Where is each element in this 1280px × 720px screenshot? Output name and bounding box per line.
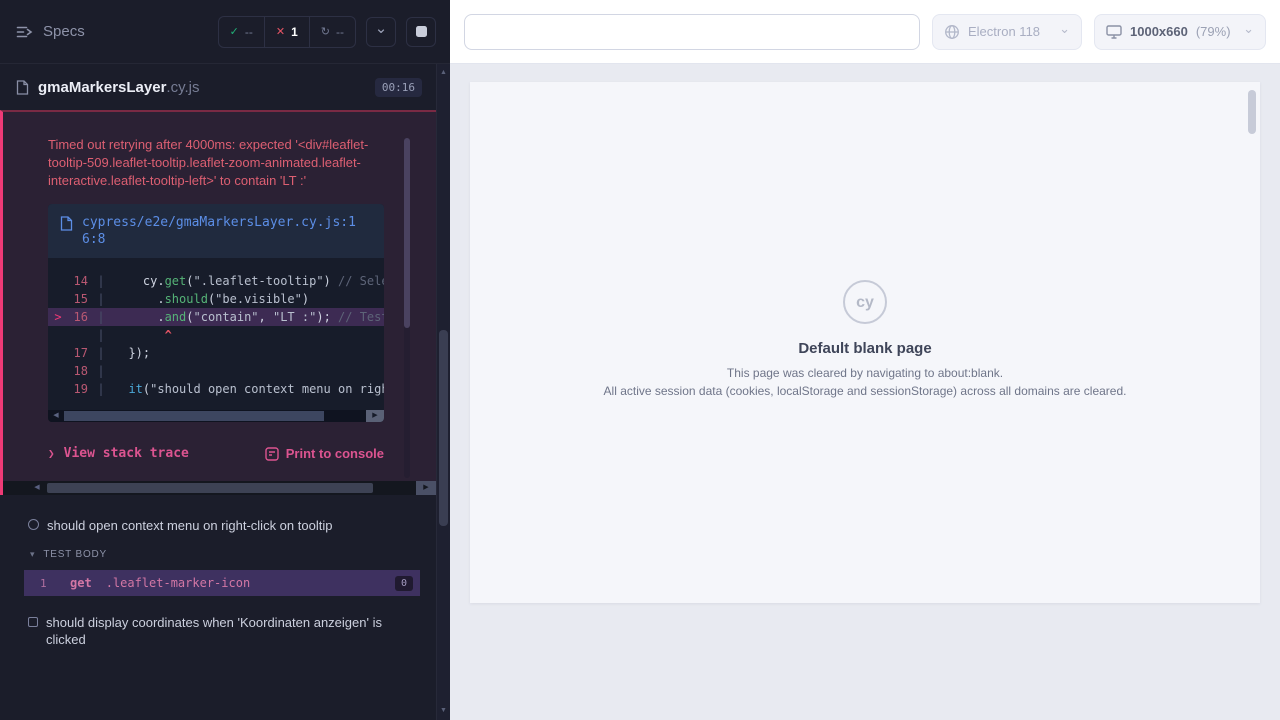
code-line: 17| }); [48,344,384,362]
print-icon [265,447,279,461]
reporter-body: gmaMarkersLayer.cy.js 00:16 Timed out re… [0,64,436,720]
test-body-toggle[interactable]: ▾ TEST BODY [0,542,436,567]
error-vertical-scrollbar[interactable] [404,138,410,478]
browser-icon [944,24,960,40]
collapse-reporter-button[interactable]: ⌄ [366,17,396,47]
specs-label: Specs [43,23,85,40]
pending-icon: ↻ [321,25,330,38]
test-body-label: TEST BODY [43,549,107,560]
scroll-up-icon[interactable]: ▲ [437,66,450,80]
stack-trace-label: View stack trace [64,446,189,461]
code-frame: cypress/e2e/gmaMarkersLayer.cy.js:16:8 1… [48,204,384,422]
passed-count: -- [245,25,253,39]
file-link-text: cypress/e2e/gmaMarkersLayer.cy.js:16:8 [82,214,364,248]
print-to-console-button[interactable]: Print to console [265,446,384,461]
viewport-size: 1000x660 [1130,24,1188,39]
aut-frame: cy Default blank page This page was clea… [470,82,1260,603]
code-horizontal-scrollbar[interactable]: ◀ ▶ [48,410,384,422]
error-content: Timed out retrying after 4000ms: expecte… [3,112,436,461]
browser-selector[interactable]: Electron 118 ⌄ [932,14,1082,50]
command-badge: 0 [395,576,413,591]
scrollbar-track[interactable] [45,481,416,495]
viewport-selector[interactable]: 1000x660 (79%) ⌄ [1094,14,1266,50]
pending-count: -- [336,25,344,39]
test-error-panel: Timed out retrying after 4000ms: expecte… [0,110,436,495]
code-line: 18| [48,362,384,380]
cross-icon: ✕ [276,25,285,38]
cypress-logo: cy [843,280,887,324]
scroll-down-icon[interactable]: ▼ [437,704,450,718]
code-line: 14| cy.get(".leaflet-tooltip") // Sele [48,272,384,290]
command-log-entry[interactable]: 1 get .leaflet-marker-icon 0 [24,570,420,596]
scrollbar-thumb[interactable] [47,483,373,493]
specs-menu-button[interactable]: Specs [16,23,85,40]
chevron-down-icon: ⌄ [1059,25,1070,33]
runner-header: Electron 118 ⌄ 1000x660 (79%) ⌄ [450,0,1280,64]
reporter-sidebar: Specs ✓ -- ✕ 1 ↻ -- ⌄ [0,0,450,720]
reporter-scrollbar[interactable]: ▲ ▼ [436,64,450,720]
error-horizontal-scrollbar[interactable]: ◀ ▶ [3,481,436,495]
stat-passed: ✓ -- [219,17,264,47]
aut-scrollbar-thumb[interactable] [1248,90,1256,134]
command-name: get [70,576,92,590]
spec-name: gmaMarkersLayer.cy.js [38,79,366,96]
specs-list-icon [16,25,34,39]
browser-label: Electron 118 [968,24,1040,39]
blank-page-message-2: All active session data (cookies, localS… [470,384,1260,398]
runner-area: Electron 118 ⌄ 1000x660 (79%) ⌄ cy Defau… [450,0,1280,720]
test-title: should open context menu on right-click … [47,517,332,534]
file-icon [60,216,73,231]
viewport-zoom: (79%) [1196,24,1231,39]
chevron-right-icon: ❯ [48,447,55,460]
stat-failed: ✕ 1 [264,17,309,47]
blank-page-message-1: This page was cleared by navigating to a… [470,366,1260,380]
test-title: should display coordinates when 'Koordin… [46,614,391,648]
command-message: .leaflet-marker-icon [106,576,251,590]
stop-icon [416,26,427,37]
stop-tests-button[interactable] [406,17,436,47]
spec-duration: 00:16 [375,78,422,97]
chevron-down-icon: ⌄ [375,24,388,34]
test-stats: ✓ -- ✕ 1 ↻ -- [218,16,356,48]
test-list: should open context menu on right-click … [0,495,436,656]
scroll-left-icon[interactable]: ◀ [48,410,64,422]
scrollbar-track[interactable] [64,410,366,422]
stat-pending: ↻ -- [309,17,355,47]
aut-container: cy Default blank page This page was clea… [450,64,1280,720]
test-running-icon [28,519,39,530]
code-line: >16| .and("contain", "LT :"); // Test [48,308,384,326]
print-label: Print to console [286,446,384,461]
scroll-right-icon[interactable]: ▶ [366,410,384,422]
error-message: Timed out retrying after 4000ms: expecte… [48,136,384,190]
file-icon [16,80,29,95]
chevron-down-icon: ⌄ [1243,25,1254,33]
code-frame-file-link[interactable]: cypress/e2e/gmaMarkersLayer.cy.js:16:8 [48,204,384,258]
scrollbar-thumb[interactable] [64,411,324,421]
code-frame-lines: 14| cy.get(".leaflet-tooltip") // Sele15… [48,258,384,410]
blank-page-title: Default blank page [470,340,1260,357]
spec-extension: .cy.js [166,79,199,96]
scrollbar-thumb[interactable] [404,138,410,328]
failed-count: 1 [291,25,298,39]
scroll-right-icon[interactable]: ▶ [416,481,436,495]
spec-filename: gmaMarkersLayer [38,79,166,96]
scrollbar-thumb[interactable] [439,330,448,526]
chevron-down-icon: ▾ [30,549,35,560]
test-pending-icon [28,617,38,627]
code-line: 19| it("should open context menu on righ [48,380,384,398]
test-item-context-menu[interactable]: should open context menu on right-click … [0,509,436,542]
url-input[interactable] [464,14,920,50]
viewport-icon [1106,25,1122,39]
blank-page-content: cy Default blank page This page was clea… [470,82,1260,398]
scroll-left-icon[interactable]: ◀ [29,481,45,495]
error-actions: ❯ View stack trace Print to console [48,446,384,461]
reporter-header: Specs ✓ -- ✕ 1 ↻ -- ⌄ [0,0,450,64]
code-line: | ^ [48,326,384,344]
test-item-coordinates[interactable]: should display coordinates when 'Koordin… [0,606,436,656]
check-icon: ✓ [230,25,239,38]
view-stack-trace-link[interactable]: ❯ View stack trace [48,446,189,461]
spec-header: gmaMarkersLayer.cy.js 00:16 [0,64,436,110]
code-line: 15| .should("be.visible") [48,290,384,308]
command-number: 1 [40,577,54,590]
